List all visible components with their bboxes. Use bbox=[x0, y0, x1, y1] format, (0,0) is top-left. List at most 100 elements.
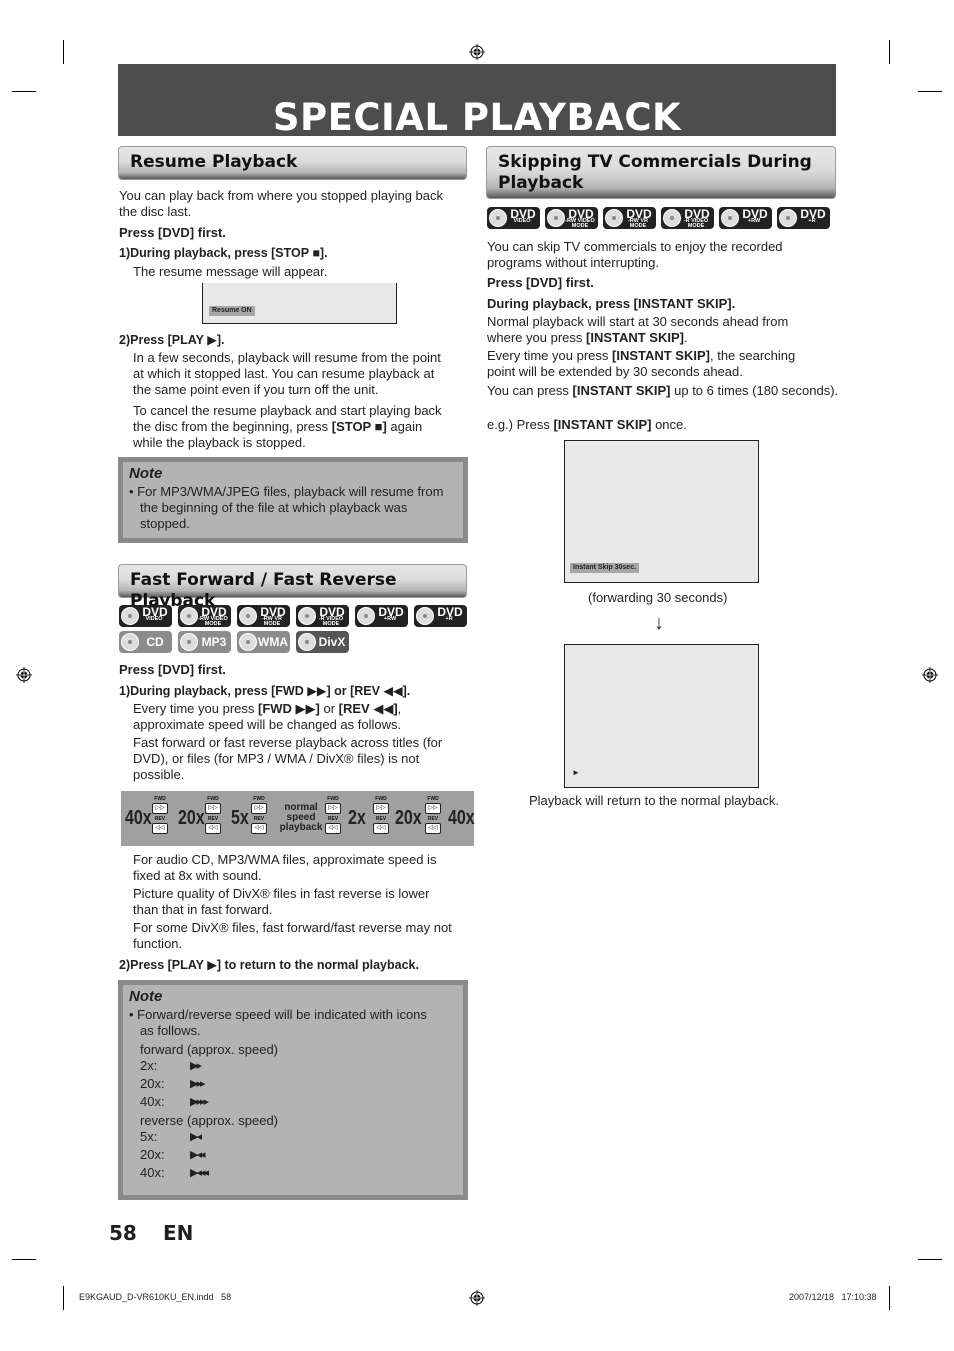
normal-speed-label: normal speed playback bbox=[275, 803, 327, 833]
speed-indicator-icon: ▶▸▸▸ bbox=[190, 1096, 209, 1108]
disc-label: WMA bbox=[258, 635, 288, 649]
crop-mark bbox=[889, 1286, 890, 1310]
down-arrow-icon: ↓ bbox=[654, 612, 664, 634]
skip-caption: (forwarding 30 seconds) bbox=[588, 590, 728, 605]
disc-sublabel: -RW VR MODE bbox=[627, 218, 649, 229]
text: [REV ◀◀] bbox=[338, 701, 398, 716]
rev-button-icon: ◁◁ bbox=[251, 823, 267, 834]
section-heading-resume: Resume Playback bbox=[118, 146, 467, 180]
disc-icon bbox=[239, 633, 257, 651]
speed-value: 20x: bbox=[140, 1147, 165, 1162]
section-heading-skip: Skipping TV Commercials During Playback bbox=[486, 146, 836, 199]
crop-mark bbox=[918, 91, 942, 92]
fwd-label: FWD bbox=[427, 796, 439, 802]
speed-label: 40x bbox=[125, 807, 152, 829]
disc-type-icon: CD bbox=[119, 631, 172, 653]
registration-mark-icon bbox=[16, 667, 32, 683]
text-line: Every time you press [FWD ▶▶] or [REV ◀◀… bbox=[133, 701, 442, 717]
disc-type-icon: DVD -RW VR MODE bbox=[237, 605, 290, 627]
disc-icon bbox=[357, 607, 375, 625]
section-heading-fast-forward: Fast Forward / Fast Reverse Playback bbox=[118, 564, 467, 611]
fwd-label: FWD bbox=[327, 796, 339, 802]
skip-step: During playback, press [INSTANT SKIP]. bbox=[487, 296, 736, 311]
text-line: approximate speed will be changed as fol… bbox=[133, 717, 402, 732]
disc-type-icon: DVD -RW VR MODE bbox=[603, 207, 656, 229]
footer-file: E9KGAUD_D-VR610KU_EN.indd 58 bbox=[79, 1292, 232, 1302]
fwd-button-icon: ▷▷ bbox=[251, 803, 267, 814]
title-banner: SPECIAL PLAYBACK bbox=[118, 64, 836, 139]
text-line: function. bbox=[133, 936, 183, 951]
speed-value: 2x: bbox=[140, 1058, 158, 1073]
text: [STOP ■] bbox=[331, 419, 387, 434]
text: [INSTANT SKIP] bbox=[553, 417, 652, 432]
speed-value: 40x: bbox=[140, 1094, 165, 1109]
speed-row: 40x: ▶▸▸▸ bbox=[129, 1094, 457, 1112]
page-number: 58 bbox=[109, 1221, 137, 1245]
speed-row: 5x: ▶◂ bbox=[129, 1129, 457, 1147]
text-line: than that in fast forward. bbox=[133, 902, 273, 917]
cancel-resume-desc: To cancel the resume playback and start … bbox=[133, 403, 442, 451]
text: where you press bbox=[487, 330, 586, 345]
disc-icon bbox=[489, 209, 507, 227]
text-line: You can skip TV commercials to enjoy the… bbox=[487, 239, 783, 254]
speed-label: 5x bbox=[231, 807, 249, 829]
registration-mark-icon bbox=[469, 44, 485, 60]
disc-sublabel: -R VIDEO MODE bbox=[318, 616, 344, 627]
disc-type-icon: DVD +R bbox=[777, 207, 830, 229]
note-title: Note bbox=[129, 988, 163, 1005]
rev-button-icon: ◁◁ bbox=[373, 823, 389, 834]
fwd-button-icon: ▷▷ bbox=[205, 803, 221, 814]
fwd-label: FWD bbox=[154, 796, 166, 802]
text-line: the same point even if you turn off the … bbox=[133, 382, 379, 397]
disc-sublabel: +RW bbox=[747, 218, 761, 224]
step-1: 1)During playback, press [STOP ■]. bbox=[119, 246, 328, 260]
section-heading-text: Resume Playback bbox=[130, 152, 298, 172]
text: again bbox=[386, 419, 423, 434]
note-line: the beginning of the file at which playb… bbox=[140, 500, 408, 515]
rev-label: REV bbox=[375, 816, 387, 822]
crop-mark bbox=[918, 1259, 942, 1260]
speed-row: 20x: ▶◂◂ bbox=[129, 1147, 457, 1165]
speed-row: 2x: ▶▸ bbox=[129, 1058, 457, 1076]
section-heading-text: Skipping TV Commercials During bbox=[498, 152, 812, 172]
skip-example: e.g.) Press [INSTANT SKIP] once. bbox=[487, 417, 687, 433]
text-line: while the playback is stopped. bbox=[133, 435, 306, 450]
speed-indicator-icon: ▶▸ bbox=[190, 1060, 202, 1072]
crop-mark bbox=[12, 91, 36, 92]
step-1-desc: The resume message will appear. bbox=[133, 264, 328, 279]
note-resume: Note • For MP3/WMA/JPEG files, playback … bbox=[118, 457, 468, 543]
disc-type-icon: DVD -R VIDEO MODE bbox=[661, 207, 714, 229]
note-title: Note bbox=[129, 465, 163, 482]
note-line: • For MP3/WMA/JPEG files, playback will … bbox=[129, 484, 444, 499]
disc-sublabel: +RW bbox=[383, 616, 397, 622]
skip-osd: Instant Skip 30sec. bbox=[570, 563, 640, 573]
page-title: SPECIAL PLAYBACK bbox=[272, 96, 682, 139]
step-1-desc: Every time you press [FWD ▶▶] or [REV ◀◀… bbox=[133, 701, 442, 783]
note-line: stopped. bbox=[140, 516, 190, 531]
disc-type-icon: MP3 bbox=[178, 631, 231, 653]
fwd-rev-buttons: FWD ▷▷ REV ◁◁ bbox=[324, 797, 342, 841]
registration-mark-icon bbox=[922, 667, 938, 683]
playback-caption: Playback will return to the normal playb… bbox=[529, 793, 780, 808]
fwd-label: FWD bbox=[207, 796, 219, 802]
playback-screen: ► bbox=[564, 644, 759, 788]
speed-label: 40x bbox=[448, 807, 475, 829]
skip-desc: Normal playback will start at 30 seconds… bbox=[487, 314, 838, 399]
disc-type-icon: DVD VIDEO bbox=[487, 207, 540, 229]
crop-mark bbox=[889, 40, 890, 64]
fwd-rev-buttons: FWD ▷▷ REV ◁◁ bbox=[372, 797, 390, 841]
rev-button-icon: ◁◁ bbox=[152, 823, 168, 834]
text: or bbox=[319, 701, 339, 716]
rev-label: REV bbox=[253, 816, 265, 822]
disc-type-icon: DVD -R VIDEO MODE bbox=[296, 605, 349, 627]
fwd-rev-buttons: FWD ▷▷ REV ◁◁ bbox=[151, 797, 169, 841]
fwd-rev-buttons: FWD ▷▷ REV ◁◁ bbox=[424, 797, 442, 841]
disc-sublabel: VIDEO bbox=[513, 218, 531, 224]
text-line: Fast forward or fast reverse playback ac… bbox=[133, 735, 443, 750]
disc-type-icon: DVD VIDEO bbox=[119, 605, 172, 627]
fwd-button-icon: ▷▷ bbox=[373, 803, 389, 814]
text: You can press bbox=[487, 383, 573, 398]
disc-icon bbox=[298, 633, 316, 651]
text-line: Every time you press [INSTANT SKIP], the… bbox=[487, 348, 838, 364]
disc-sublabel: -R VIDEO MODE bbox=[683, 218, 709, 229]
